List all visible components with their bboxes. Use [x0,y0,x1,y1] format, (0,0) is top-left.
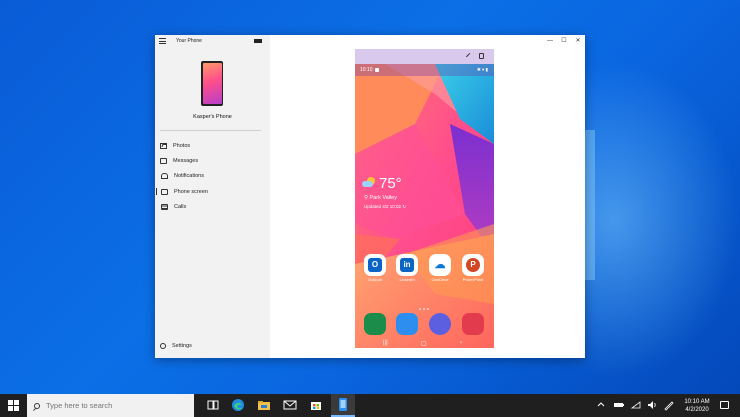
calls-icon [161,203,168,210]
sidebar-item-phone-screen[interactable]: Phone screen [155,184,270,199]
sidebar-divider [160,130,261,131]
weather-location: ⚲ Park Valley [364,195,397,201]
pen-workspace-icon[interactable] [663,399,675,411]
phone-thumbnail-screen [202,63,222,104]
app-onedrive[interactable]: ☁ OneDrive [428,254,452,283]
battery-tray-icon[interactable] [613,400,625,410]
volume-icon[interactable] [646,399,658,411]
windows-start-icon[interactable] [8,400,19,411]
mirror-toolbar [355,49,494,64]
your-phone-taskbar-button[interactable] [331,394,355,417]
sidebar-item-messages[interactable]: Messages [155,153,270,168]
title-bar: Your Phone [155,35,270,47]
outlook-icon: O [364,254,386,276]
close-button[interactable]: ✕ [571,35,585,47]
powerpoint-icon: P [462,254,484,276]
clock-date: 4/2/2020 [685,407,709,413]
taskbar-clock[interactable]: 10:10 AM 4/2/2020 [680,398,714,414]
taskbar-search[interactable] [27,394,194,417]
network-icon[interactable] [630,399,642,411]
search-input[interactable] [46,401,186,410]
sidebar-item-label: Calls [174,203,187,210]
messages-icon [160,157,167,164]
mail-icon[interactable] [283,398,297,412]
internet-app-icon[interactable] [429,313,451,335]
onedrive-icon: ☁ [429,254,451,276]
weather-updated: Updated 4/2 10:02 ↻ [364,204,407,209]
file-explorer-icon[interactable] [257,398,271,412]
camera-app-icon[interactable] [462,313,484,335]
phone-time: 10:10 [360,67,373,73]
app-label: Outlook [368,277,382,282]
settings-label: Settings [172,343,192,349]
pin-icon[interactable] [465,52,474,61]
action-center-icon[interactable] [720,401,729,409]
app-label: OneDrive [431,277,449,282]
battery-icon [254,39,262,43]
task-view-icon[interactable] [206,398,220,412]
edge-browser-icon[interactable] [231,398,245,412]
app-title: Your Phone [176,38,202,44]
sidebar-item-label: Photos [173,142,191,149]
gear-icon [160,343,166,349]
phone-status-icons: ✱ ▾ ▮ [476,67,488,72]
phone-screen[interactable]: 10:10 ✱ ▾ ▮ 75° ⚲ Park Valley Updated 4/… [355,64,494,348]
phone-screen-icon [161,188,168,195]
phone-thumbnail [201,61,223,106]
screenshot-icon [375,67,379,72]
sidebar-nav: Photos Messages Notifications Phone scre… [155,138,270,214]
sidebar: Your Phone Kasper's Phone Photos Message… [155,35,270,358]
app-linkedin[interactable]: in LinkedIn [395,254,419,283]
app-label: LinkedIn [399,277,415,282]
sidebar-item-label: Messages [173,157,199,164]
recents-button[interactable]: ||| [383,340,388,346]
sidebar-item-label: Phone screen [174,188,208,195]
linkedin-icon: in [396,254,418,276]
hamburger-menu-icon[interactable] [159,38,166,44]
maximize-button[interactable]: ☐ [557,35,571,47]
phone-app-icon[interactable] [364,313,386,335]
phone-screen-mirror: 10:10 ✱ ▾ ▮ 75° ⚲ Park Valley Updated 4/… [355,49,494,348]
home-button[interactable]: ▢ [421,340,427,347]
sidebar-item-notifications[interactable]: Notifications [155,169,270,184]
taskbar: 10:10 AM 4/2/2020 [0,394,740,417]
app-powerpoint[interactable]: P PowerPoint [461,254,485,283]
sidebar-item-photos[interactable]: Photos [155,138,270,153]
messages-app-icon[interactable] [396,313,418,335]
minimize-button[interactable]: — [543,35,557,47]
back-button[interactable]: ‹ [460,340,462,346]
partly-sunny-icon [362,177,376,187]
sidebar-item-calls[interactable]: Calls [155,199,270,214]
store-icon[interactable] [309,398,323,412]
settings-button[interactable]: Settings [160,343,192,349]
phone-status-bar: 10:10 ✱ ▾ ▮ [355,64,494,76]
clock-time: 10:10 AM [684,399,710,405]
phone-nav-bar: ||| ▢ ‹ [355,337,494,348]
phone-name: Kasper's Phone [193,114,232,120]
window-controls: — ☐ ✕ [543,35,585,47]
your-phone-window: Your Phone Kasper's Phone Photos Message… [155,35,585,358]
chevron-up-icon[interactable] [596,399,606,411]
weather-temp: 75° [379,175,402,192]
search-icon [34,402,40,409]
photos-icon [160,142,167,149]
app-outlook[interactable]: O Outlook [363,254,387,283]
notifications-icon [161,173,168,180]
lock-icon[interactable] [479,53,484,59]
app-label: PowerPoint [462,277,484,282]
your-phone-icon [339,398,347,411]
page-indicator [418,297,430,315]
sidebar-item-label: Notifications [174,173,204,180]
